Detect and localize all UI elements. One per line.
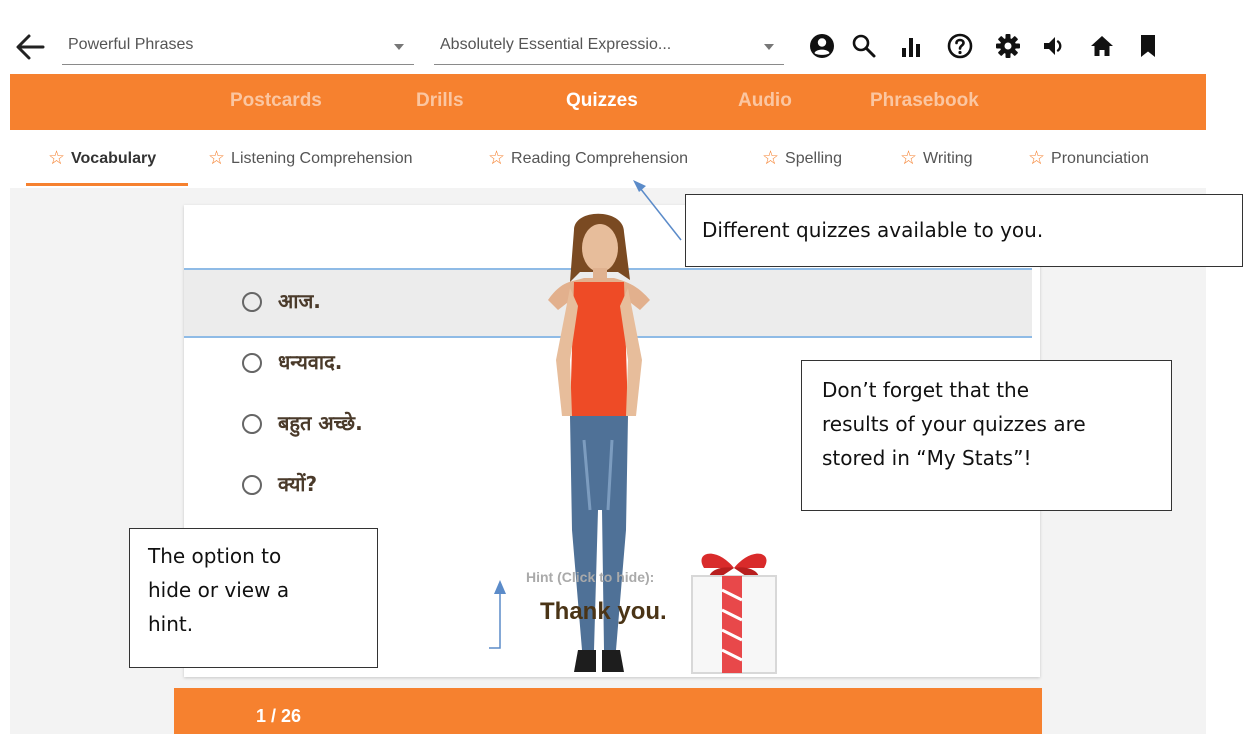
question-counter: 1 / 26 bbox=[256, 706, 302, 726]
settings-icon[interactable] bbox=[994, 32, 1022, 60]
callout-text: results of your quizzes are bbox=[822, 412, 1086, 436]
callout-stats: Don’t forget that the results of your qu… bbox=[801, 360, 1172, 511]
tab-label: Reading Comprehension bbox=[511, 150, 689, 167]
tab-label: Spelling bbox=[785, 150, 842, 167]
callout-text: The option to bbox=[148, 544, 282, 568]
course-select[interactable]: Powerful Phrases bbox=[62, 30, 414, 65]
callout-text: Different quizzes available to you. bbox=[702, 218, 1044, 242]
tab-postcards[interactable]: Postcards bbox=[230, 90, 322, 112]
callout-text: Don’t forget that the bbox=[822, 378, 1030, 402]
tab-audio[interactable]: Audio bbox=[738, 90, 792, 112]
answer-option-text: बहुत अच्छे. bbox=[278, 411, 363, 435]
main-nav: Postcards Drills Quizzes Audio Phraseboo… bbox=[10, 74, 1206, 130]
hint-toggle[interactable]: Hint (Click to hide): bbox=[526, 569, 654, 585]
quiz-type-tabs: ☆ Vocabulary ☆ Listening Comprehension ☆ Re… bbox=[10, 130, 1206, 188]
lesson-select[interactable]: Absolutely Essential Expressio... bbox=[434, 30, 784, 65]
callout-quizzes: Different quizzes available to you. bbox=[685, 194, 1243, 267]
callout-text: hint. bbox=[148, 612, 194, 636]
radio-icon bbox=[242, 292, 262, 312]
lesson-select-value: Absolutely Essential Expressio... bbox=[440, 36, 672, 53]
star-icon: ☆ bbox=[208, 148, 226, 169]
tab-writing[interactable]: ☆ Writing bbox=[900, 146, 973, 169]
active-tab-indicator bbox=[26, 183, 188, 186]
help-icon[interactable] bbox=[946, 32, 974, 60]
tab-label: Writing bbox=[923, 150, 973, 167]
star-icon: ☆ bbox=[900, 148, 918, 169]
tab-label: Listening Comprehension bbox=[231, 150, 413, 167]
answer-option-text: धन्यवाद. bbox=[278, 350, 343, 374]
chevron-down-icon bbox=[394, 44, 404, 50]
tab-spelling[interactable]: ☆ Spelling bbox=[762, 146, 842, 169]
course-select-value: Powerful Phrases bbox=[68, 36, 194, 53]
tab-label: Pronunciation bbox=[1051, 150, 1149, 167]
tab-pronunciation[interactable]: ☆ Pronunciation bbox=[1028, 146, 1149, 169]
radio-icon bbox=[242, 475, 262, 495]
tab-drills[interactable]: Drills bbox=[416, 90, 464, 112]
callout-text: hide or view a bbox=[148, 578, 290, 602]
tab-vocabulary[interactable]: ☆ Vocabulary bbox=[48, 146, 156, 169]
star-icon: ☆ bbox=[48, 148, 66, 169]
bookmark-icon[interactable] bbox=[1134, 32, 1162, 60]
callout-hint: The option to hide or view a hint. bbox=[129, 528, 378, 668]
search-icon[interactable] bbox=[850, 32, 878, 60]
tab-listening-comprehension[interactable]: ☆ Listening Comprehension bbox=[208, 146, 413, 169]
star-icon: ☆ bbox=[762, 148, 780, 169]
stats-icon[interactable] bbox=[898, 32, 926, 60]
tab-phrasebook[interactable]: Phrasebook bbox=[870, 90, 979, 112]
star-icon: ☆ bbox=[1028, 148, 1046, 169]
volume-icon[interactable] bbox=[1040, 32, 1068, 60]
back-arrow-icon[interactable] bbox=[14, 31, 46, 63]
star-icon: ☆ bbox=[488, 148, 506, 169]
gift-box-illustration bbox=[691, 553, 777, 674]
tab-reading-comprehension[interactable]: ☆ Reading Comprehension bbox=[488, 146, 688, 169]
radio-icon bbox=[242, 414, 262, 434]
answer-option-text: आज. bbox=[278, 289, 321, 313]
chevron-down-icon bbox=[764, 44, 774, 50]
progress-bar: 1 / 26 bbox=[174, 688, 1042, 734]
tab-label: Vocabulary bbox=[71, 150, 157, 167]
home-icon[interactable] bbox=[1088, 32, 1116, 60]
tab-quizzes[interactable]: Quizzes bbox=[566, 90, 638, 112]
hint-text: Thank you. bbox=[540, 598, 667, 625]
account-icon[interactable] bbox=[808, 32, 836, 60]
answer-option-text: क्यों? bbox=[278, 472, 318, 496]
top-bar: Powerful Phrases Absolutely Essential Ex… bbox=[0, 0, 1206, 74]
radio-icon bbox=[242, 353, 262, 373]
callout-text: stored in “My Stats”! bbox=[822, 446, 1032, 470]
